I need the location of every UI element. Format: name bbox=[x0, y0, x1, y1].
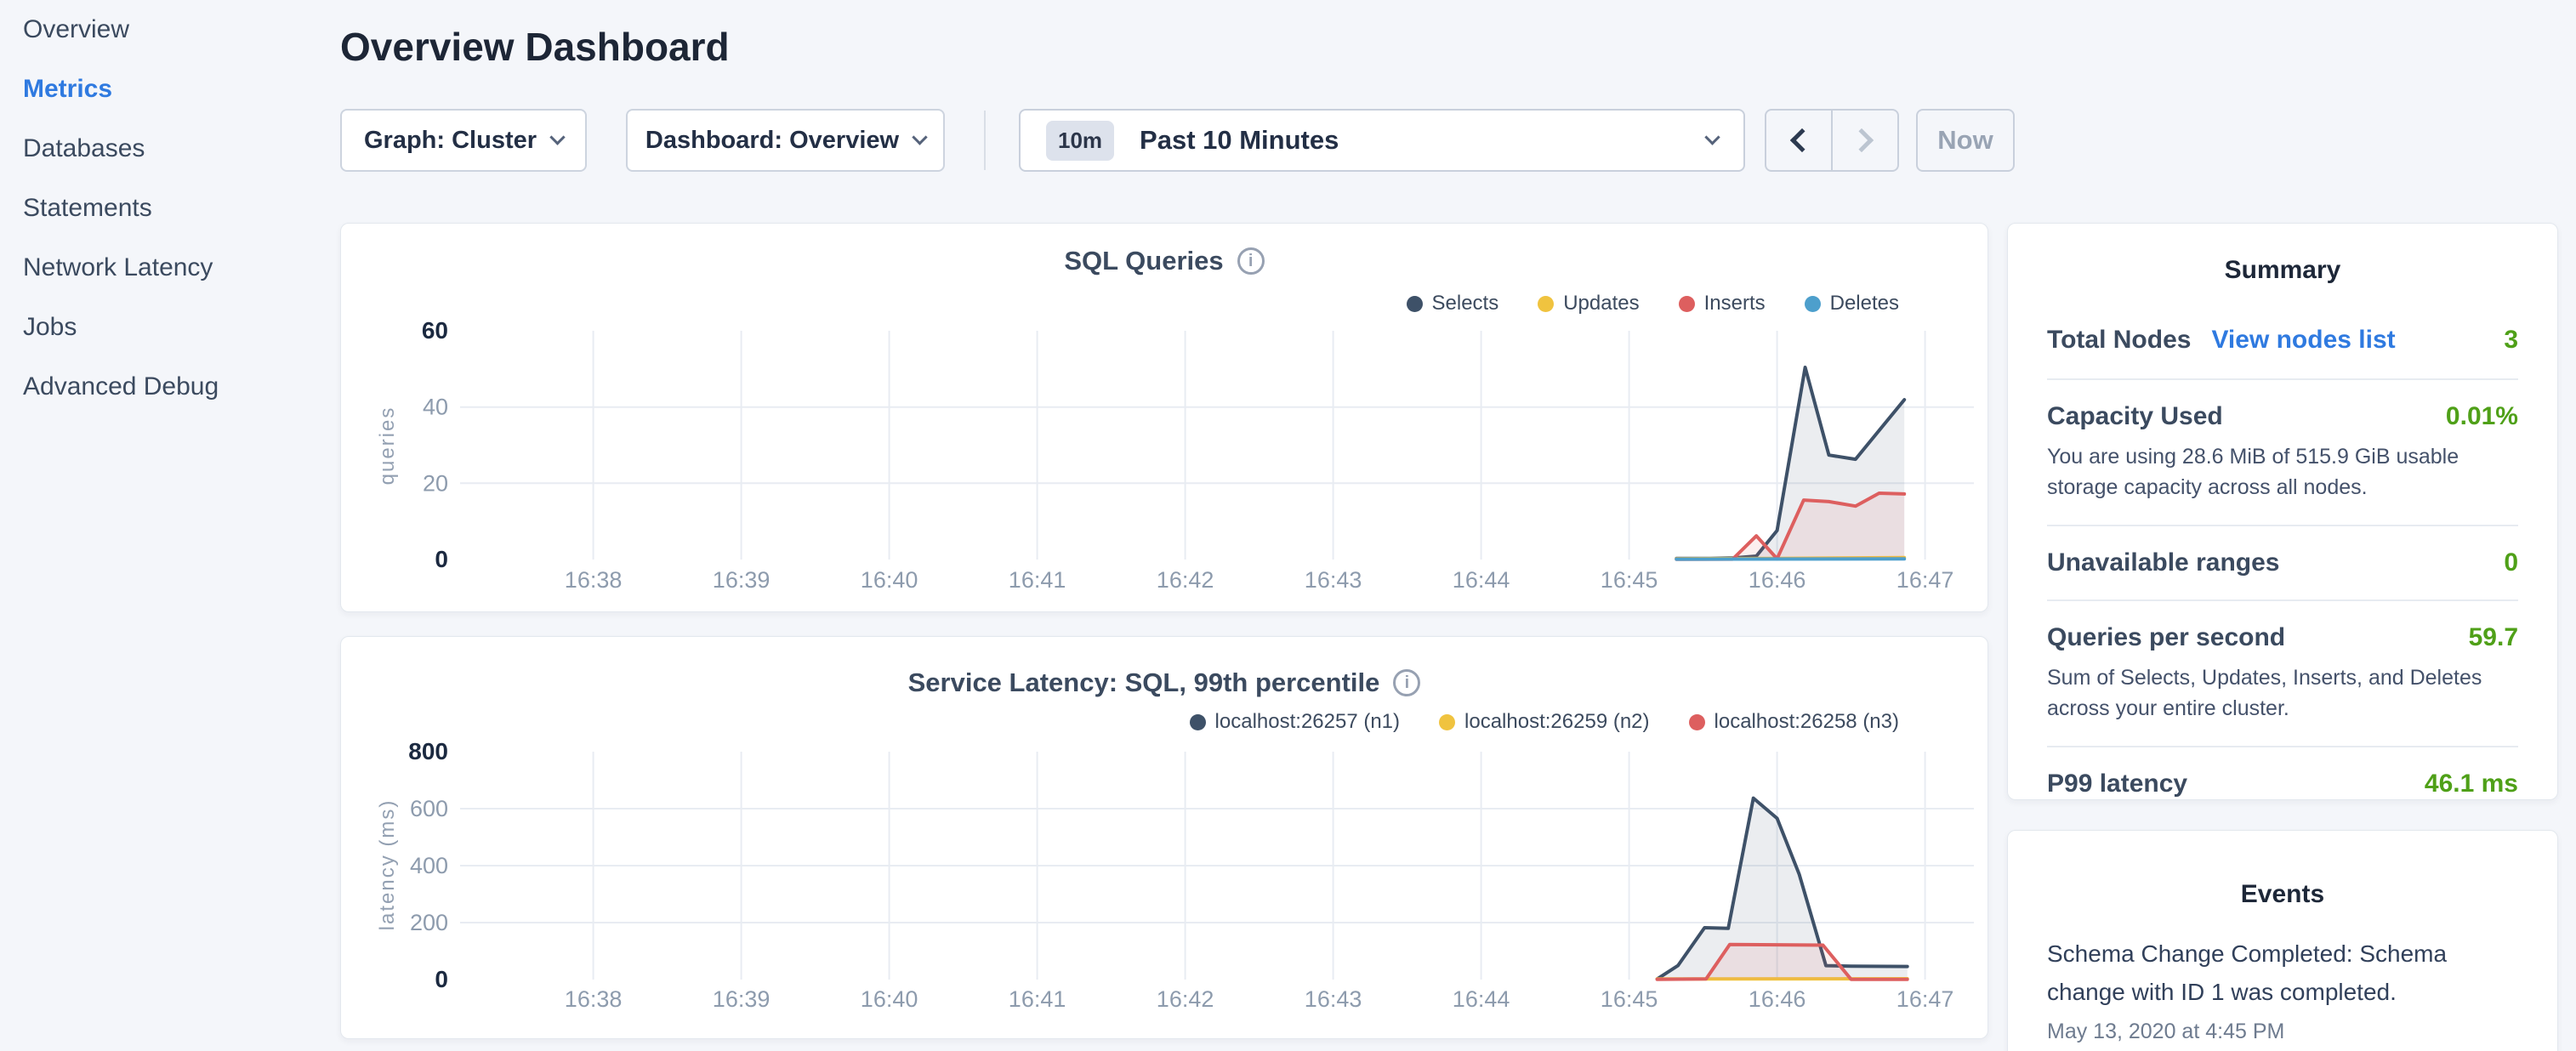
dashboard-dropdown-label: Dashboard: Overview bbox=[645, 127, 899, 155]
chevron-right-icon bbox=[1850, 128, 1874, 152]
svg-text:16:43: 16:43 bbox=[1305, 986, 1362, 1012]
summary-row-value: 46.1 ms bbox=[2425, 770, 2518, 798]
svg-text:600: 600 bbox=[410, 796, 448, 821]
sidebar: Overview Metrics Databases Statements Ne… bbox=[23, 0, 312, 417]
summary-row-unavailable-ranges: Unavailable ranges 0 bbox=[2047, 526, 2518, 601]
dashboard-dropdown[interactable]: Dashboard: Overview bbox=[626, 109, 945, 172]
time-range-label: Past 10 Minutes bbox=[1140, 125, 1339, 156]
event-item[interactable]: Schema Change Completed: Schema change w… bbox=[2047, 935, 2518, 1044]
sidebar-item-advanced-debug[interactable]: Advanced Debug bbox=[23, 357, 312, 417]
chevron-down-icon bbox=[1704, 129, 1720, 145]
service-latency-chart[interactable]: 16:38 16:39 16:40 16:41 16:42 16:43 16:44 16:45… bbox=[341, 637, 1989, 1040]
svg-text:16:38: 16:38 bbox=[565, 986, 623, 1012]
svg-text:16:42: 16:42 bbox=[1157, 986, 1214, 1012]
prev-time-button[interactable] bbox=[1766, 111, 1831, 170]
svg-text:60: 60 bbox=[422, 317, 448, 344]
time-range-dropdown[interactable]: 10m Past 10 Minutes bbox=[1019, 109, 1745, 172]
svg-text:16:47: 16:47 bbox=[1896, 567, 1954, 593]
svg-text:16:45: 16:45 bbox=[1601, 567, 1658, 593]
svg-text:16:46: 16:46 bbox=[1749, 986, 1806, 1012]
svg-text:16:39: 16:39 bbox=[713, 567, 771, 593]
summary-row-label: Queries per second bbox=[2047, 623, 2285, 652]
event-text: Schema Change Completed: Schema change w… bbox=[2047, 935, 2455, 1011]
svg-text:16:41: 16:41 bbox=[1009, 567, 1066, 593]
summary-title: Summary bbox=[2047, 256, 2518, 285]
next-time-button[interactable] bbox=[1831, 111, 1897, 170]
graph-dropdown-label: Graph: Cluster bbox=[364, 127, 537, 155]
now-button[interactable]: Now bbox=[1916, 109, 2015, 172]
sidebar-item-overview[interactable]: Overview bbox=[23, 0, 312, 60]
summary-panel: Summary Total Nodes View nodes list 3 Ca… bbox=[2007, 223, 2558, 800]
summary-row-description: Sum of Selects, Updates, Inserts, and De… bbox=[2047, 662, 2518, 724]
events-title: Events bbox=[2047, 880, 2518, 909]
summary-row-value: 59.7 bbox=[2469, 623, 2518, 652]
sidebar-item-statements[interactable]: Statements bbox=[23, 179, 312, 238]
db-console-page: Overview Metrics Databases Statements Ne… bbox=[0, 0, 2576, 1051]
svg-text:16:39: 16:39 bbox=[713, 986, 771, 1012]
svg-text:16:46: 16:46 bbox=[1749, 567, 1806, 593]
svg-text:200: 200 bbox=[410, 910, 448, 935]
svg-text:16:44: 16:44 bbox=[1453, 567, 1510, 593]
svg-text:16:44: 16:44 bbox=[1453, 986, 1510, 1012]
sidebar-item-databases[interactable]: Databases bbox=[23, 119, 312, 179]
svg-text:0: 0 bbox=[435, 966, 448, 992]
view-nodes-list-link[interactable]: View nodes list bbox=[2211, 326, 2395, 355]
svg-text:16:41: 16:41 bbox=[1009, 986, 1066, 1012]
chevron-down-icon bbox=[912, 129, 927, 145]
events-panel: Events Schema Change Completed: Schema c… bbox=[2007, 830, 2558, 1051]
summary-row-description: You are using 28.6 MiB of 515.9 GiB usab… bbox=[2047, 441, 2518, 503]
sidebar-item-jobs[interactable]: Jobs bbox=[23, 298, 312, 357]
summary-row-value: 3 bbox=[2504, 326, 2518, 355]
svg-text:800: 800 bbox=[408, 738, 448, 764]
summary-row-value: 0 bbox=[2504, 548, 2518, 577]
svg-text:16:43: 16:43 bbox=[1305, 567, 1362, 593]
svg-text:16:45: 16:45 bbox=[1601, 986, 1658, 1012]
sidebar-item-network-latency[interactable]: Network Latency bbox=[23, 238, 312, 298]
svg-text:16:47: 16:47 bbox=[1896, 986, 1954, 1012]
svg-text:0: 0 bbox=[435, 546, 448, 572]
svg-text:16:38: 16:38 bbox=[565, 567, 623, 593]
summary-row-label: Unavailable ranges bbox=[2047, 548, 2279, 577]
svg-text:400: 400 bbox=[410, 853, 448, 878]
summary-row-label: P99 latency bbox=[2047, 770, 2187, 798]
summary-row-capacity-used: Capacity Used 0.01% You are using 28.6 M… bbox=[2047, 380, 2518, 526]
chevron-left-icon bbox=[1790, 128, 1814, 152]
sidebar-item-metrics[interactable]: Metrics bbox=[23, 60, 312, 119]
summary-row-label: Capacity Used bbox=[2047, 402, 2223, 431]
time-range-badge: 10m bbox=[1046, 121, 1114, 161]
svg-text:40: 40 bbox=[423, 395, 448, 420]
summary-row-p99-latency: P99 latency 46.1 ms bbox=[2047, 747, 2518, 821]
summary-row-value: 0.01% bbox=[2446, 402, 2518, 431]
event-timestamp: May 13, 2020 at 4:45 PM bbox=[2047, 1020, 2518, 1044]
chevron-down-icon bbox=[549, 129, 565, 145]
graph-dropdown[interactable]: Graph: Cluster bbox=[340, 109, 587, 172]
sql-queries-chart-card: SQL Queries SelectsUpdatesInsertsDeletes… bbox=[340, 223, 1988, 612]
service-latency-chart-card: Service Latency: SQL, 99th percentile lo… bbox=[340, 636, 1988, 1039]
summary-row-queries-per-second: Queries per second 59.7 Sum of Selects, … bbox=[2047, 601, 2518, 747]
toolbar-divider bbox=[984, 111, 986, 170]
summary-row-label: Total Nodes bbox=[2047, 326, 2191, 355]
page-title: Overview Dashboard bbox=[340, 24, 730, 70]
svg-text:16:42: 16:42 bbox=[1157, 567, 1214, 593]
summary-row-total-nodes: Total Nodes View nodes list 3 bbox=[2047, 285, 2518, 380]
svg-text:16:40: 16:40 bbox=[861, 567, 918, 593]
svg-text:16:40: 16:40 bbox=[861, 986, 918, 1012]
sql-queries-chart[interactable]: 16:38 16:39 16:40 16:41 16:42 16:43 16:44 16:45… bbox=[341, 224, 1989, 613]
time-step-buttons bbox=[1765, 109, 1899, 172]
svg-text:20: 20 bbox=[423, 470, 448, 496]
